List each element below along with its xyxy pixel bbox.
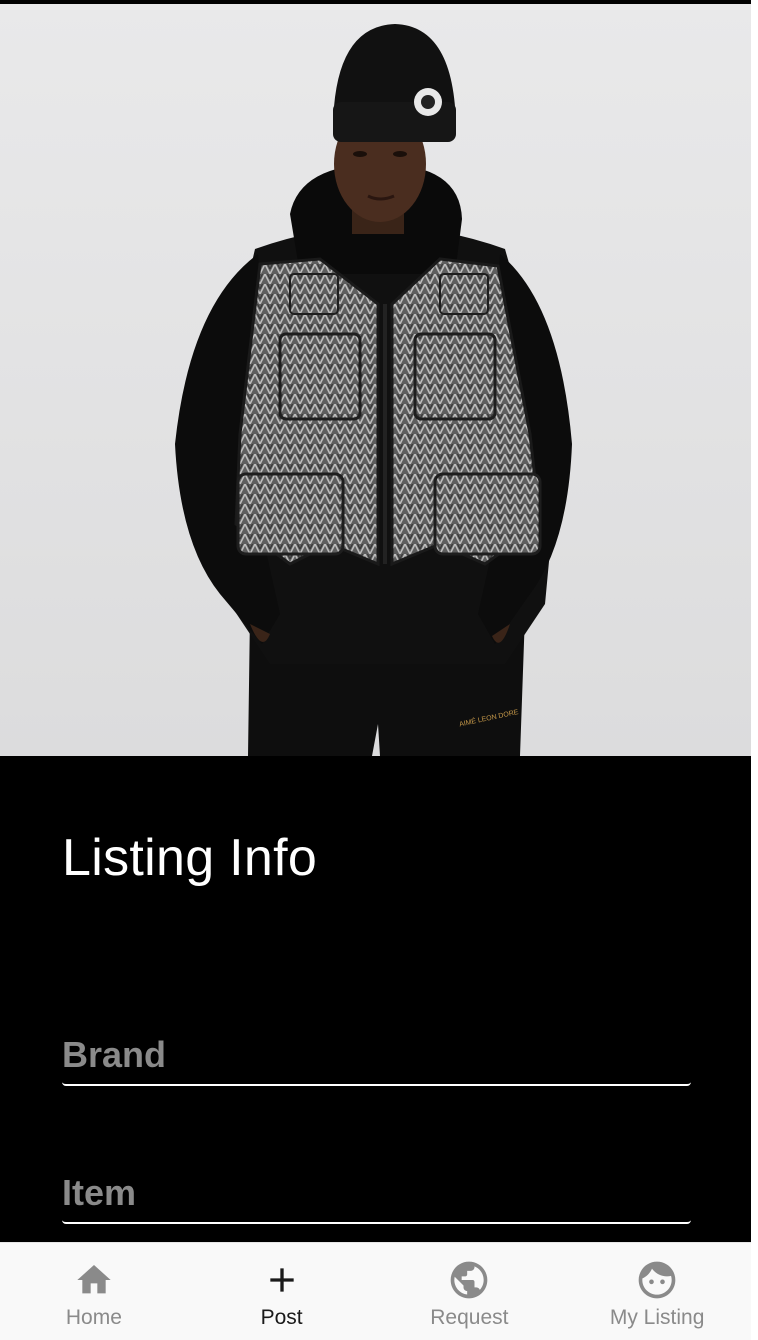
brand-field[interactable] <box>62 1026 691 1086</box>
bottom-navigation: Home Post Request My Listing <box>0 1242 751 1340</box>
item-input[interactable] <box>62 1164 691 1222</box>
nav-item-post[interactable]: Post <box>188 1243 376 1340</box>
nav-label-my-listing: My Listing <box>609 1306 705 1329</box>
item-field[interactable] <box>62 1164 691 1224</box>
model-illustration: AIMÉ LEON DORE <box>175 24 572 756</box>
listing-screen: AIMÉ LEON DORE Listing Info Home Post Re… <box>0 0 751 1340</box>
nav-label-request: Request <box>430 1306 509 1329</box>
nav-label-post: Post <box>260 1306 303 1329</box>
nav-item-request[interactable]: Request <box>376 1243 564 1340</box>
product-photo: AIMÉ LEON DORE <box>0 4 751 756</box>
face-icon <box>635 1258 679 1302</box>
nav-label-home: Home <box>65 1306 122 1329</box>
globe-icon <box>447 1258 491 1302</box>
nav-item-my-listing[interactable]: My Listing <box>563 1243 751 1340</box>
page-title: Listing Info <box>62 829 318 887</box>
nav-item-home[interactable]: Home <box>0 1243 188 1340</box>
plus-icon <box>260 1258 304 1302</box>
brand-input[interactable] <box>62 1026 691 1084</box>
home-icon <box>72 1258 116 1302</box>
